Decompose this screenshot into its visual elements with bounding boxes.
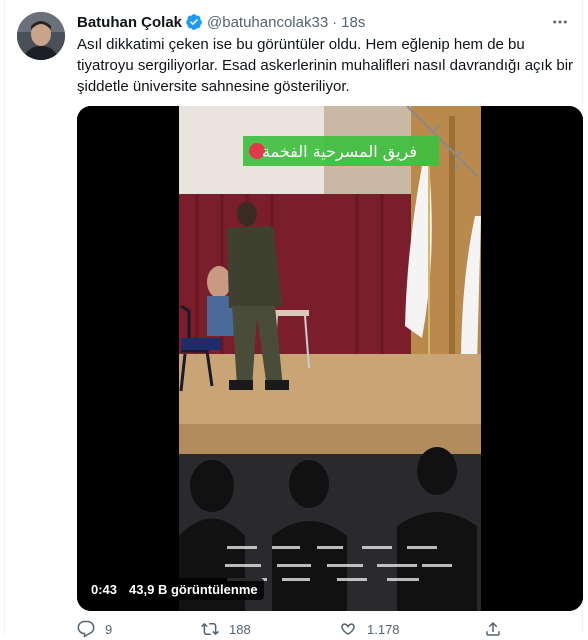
retweet-icon [201, 622, 219, 636]
reply-count: 9 [105, 621, 113, 637]
tweet-text-line: Asıl dikkatimi çeken ise bu görüntüler o… [77, 36, 525, 53]
more-icon[interactable] [548, 10, 572, 34]
share-icon [486, 621, 500, 636]
like-count: 1.178 [367, 621, 400, 637]
retweet-count: 188 [229, 621, 251, 637]
author-name[interactable]: Batuhan Çolak [77, 14, 182, 31]
share-button[interactable] [484, 620, 502, 638]
video-banner-text: فريق المسرحية الفخمة [262, 142, 417, 162]
video-info-badge: 0:43 43,9 B görüntülenme [85, 578, 264, 600]
video-views: 43,9 B görüntülenme [129, 581, 258, 597]
tweet-text-line: tiyatroyu sergiliyorlar. Esad askerlerin… [77, 57, 574, 74]
like-button[interactable]: 1.178 [339, 620, 400, 638]
tweet-header: Batuhan Çolak @batuhancolak33 · 18s [77, 12, 365, 32]
like-icon [341, 623, 355, 636]
tweet-timestamp[interactable]: 18s [341, 14, 365, 31]
retweet-button[interactable]: 188 [201, 620, 251, 638]
video-player[interactable]: فريق المسرحية الفخمة 0:43 43,9 B görüntü… [77, 106, 583, 611]
verified-badge-icon [185, 13, 203, 31]
video-frame: فريق المسرحية الفخمة [77, 106, 583, 611]
avatar[interactable] [17, 12, 65, 60]
timeline-border-left [4, 0, 5, 634]
tweet-text-line: şiddetle üniversite sahnesine gösteriliy… [77, 78, 350, 95]
header-separator: · [332, 13, 338, 31]
tweet-actions: 9 188 1.178 [77, 620, 507, 640]
avatar-image [17, 12, 65, 60]
video-duration: 0:43 [91, 581, 118, 597]
reply-icon [77, 620, 95, 638]
tweet-text: Asıl dikkatimi çeken ise bu görüntüler o… [77, 34, 574, 97]
author-handle[interactable]: @batuhancolak33 [207, 14, 328, 31]
reply-button[interactable]: 9 [77, 620, 112, 638]
